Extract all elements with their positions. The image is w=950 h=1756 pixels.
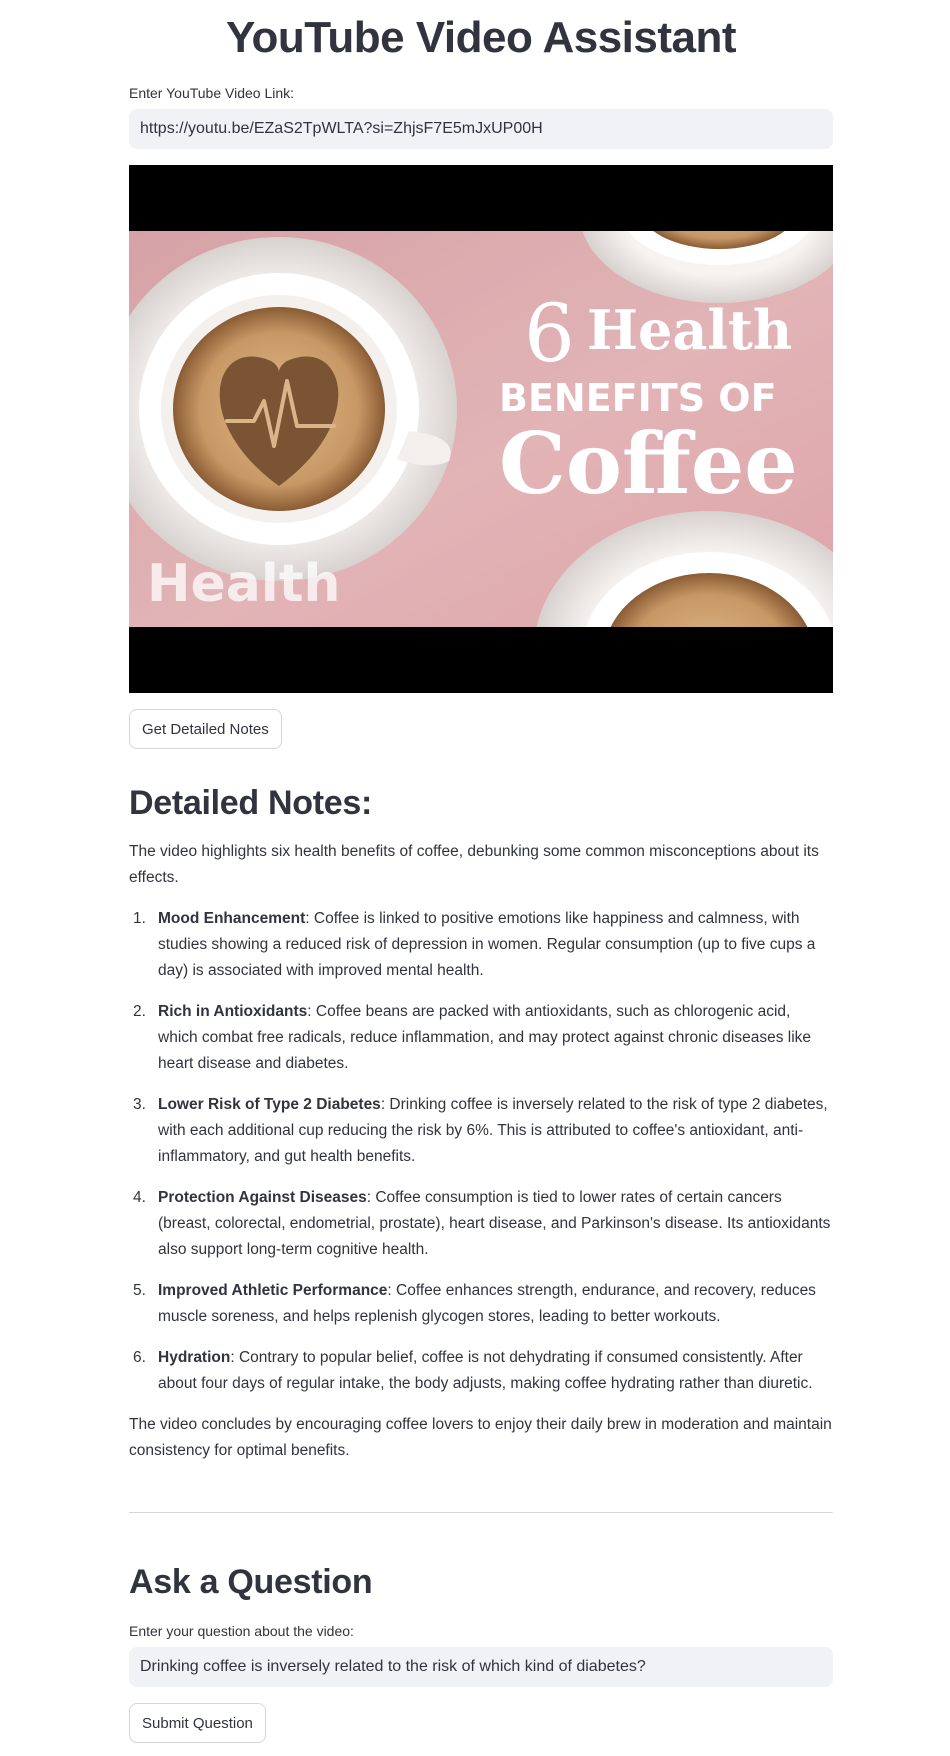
notes-conclusion: The video concludes by encouraging coffe… (129, 1416, 832, 1459)
notes-heading: Detailed Notes: (129, 784, 372, 822)
submit-question-button[interactable]: Submit Question (129, 1703, 266, 1743)
notes-list: 1. Mood Enhancement: Coffee is linked to … (129, 906, 833, 1412)
note-title: Protection Against Diseases (158, 1189, 367, 1206)
video-thumbnail: 6 Health BENEFITS OF Coffee Health (129, 231, 833, 627)
question-input[interactable] (129, 1647, 833, 1687)
video-link-input[interactable] (129, 109, 833, 149)
list-item: 5. Improved Athletic Performance: Coffee … (133, 1282, 816, 1325)
get-detailed-notes-button[interactable]: Get Detailed Notes (129, 709, 282, 749)
thumbnail-title-line3: Coffee (499, 414, 798, 513)
thumbnail-title-number: 6 (524, 287, 575, 380)
note-title: Mood Enhancement (158, 910, 306, 927)
thumbnail-title-word1: Health (587, 298, 792, 362)
thumbnail-brand-logo: Health (147, 554, 341, 614)
list-item: 3. Lower Risk of Type 2 Diabetes: Drinkin… (133, 1096, 828, 1165)
list-item: 4. Protection Against Diseases: Coffee co… (133, 1189, 831, 1258)
note-title: Improved Athletic Performance (158, 1282, 388, 1299)
question-label: Enter your question about the video: (129, 1623, 354, 1639)
question-heading: Ask a Question (129, 1563, 373, 1601)
notes-intro: The video highlights six health benefits… (129, 843, 819, 886)
note-title: Lower Risk of Type 2 Diabetes (158, 1096, 381, 1113)
note-text: : Contrary to popular belief, coffee is … (158, 1349, 813, 1392)
video-link-label: Enter YouTube Video Link: (129, 85, 295, 101)
section-divider (129, 1512, 833, 1513)
list-item: 6. Hydration: Contrary to popular belief,… (133, 1349, 813, 1392)
note-title: Rich in Antioxidants (158, 1003, 308, 1020)
page-title: YouTube Video Assistant (225, 13, 737, 62)
video-thumbnail-frame[interactable]: 6 Health BENEFITS OF Coffee Health (129, 165, 833, 693)
list-item: 1. Mood Enhancement: Coffee is linked to … (133, 910, 816, 979)
list-item: 2. Rich in Antioxidants: Coffee beans are… (133, 1003, 812, 1072)
note-title: Hydration (158, 1349, 231, 1366)
